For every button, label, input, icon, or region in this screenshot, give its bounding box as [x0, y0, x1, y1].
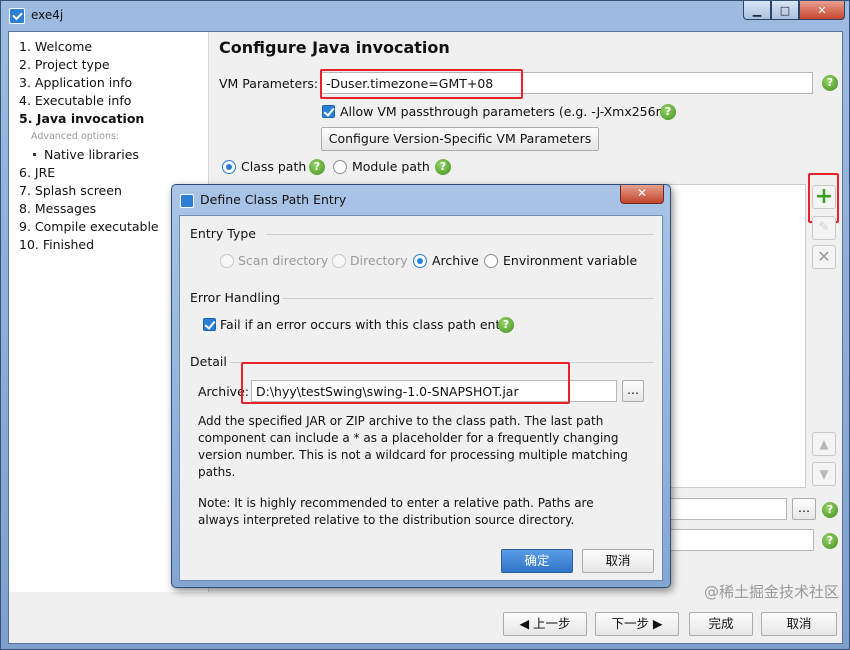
page-title: Configure Java invocation [219, 38, 450, 57]
dialog-app-icon [180, 194, 194, 208]
minimize-button[interactable]: ▁ [743, 1, 771, 20]
configure-version-specific-button[interactable]: Configure Version-Specific VM Parameters [321, 127, 599, 151]
archive-radio-label: Archive [432, 253, 479, 268]
main-class-help-icon[interactable]: ? [822, 502, 838, 518]
next-arrow-icon: ▶ [648, 616, 663, 631]
fail-on-error-label: Fail if an error occurs with this class … [220, 317, 513, 332]
caption-buttons: ▁ □ ✕ [743, 1, 845, 20]
archive-browse-button[interactable]: ... [622, 380, 644, 402]
arguments-input[interactable] [669, 529, 814, 551]
allow-passthrough-label: Allow VM passthrough parameters (e.g. -J… [340, 104, 673, 119]
back-button[interactable]: ◀ 上一步 [503, 612, 587, 636]
step-native-libraries-label: Native libraries [44, 147, 139, 162]
passthrough-help-icon[interactable]: ? [660, 104, 676, 120]
entry-type-heading: Entry Type [190, 226, 256, 241]
edit-entry-button[interactable]: ✎ [812, 216, 836, 240]
next-button-label: 下一步 [611, 616, 649, 631]
module-path-help-icon[interactable]: ? [435, 159, 451, 175]
main-class-input[interactable] [669, 498, 787, 520]
vm-parameters-help-icon[interactable]: ? [822, 75, 838, 91]
dialog-ok-button[interactable]: 确定 [501, 549, 573, 573]
close-window-button[interactable]: ✕ [799, 1, 845, 20]
step-application-info[interactable]: 3. Application info [19, 74, 208, 92]
archive-description: Add the specified JAR or ZIP archive to … [198, 414, 628, 479]
site-watermark: @稀土掘金技术社区 [703, 583, 839, 601]
highlight-box-vm [320, 69, 523, 99]
arguments-help-icon[interactable]: ? [822, 533, 838, 549]
bullet-icon [33, 153, 36, 156]
class-path-radio[interactable] [222, 160, 236, 174]
finish-button[interactable]: 完成 [689, 612, 753, 636]
scan-directory-label: Scan directory [238, 253, 329, 268]
allow-passthrough-checkbox[interactable] [322, 105, 335, 118]
back-arrow-icon: ◀ [519, 616, 534, 631]
dialog-title: Define Class Path Entry [200, 192, 347, 207]
error-handling-heading: Error Handling [190, 290, 281, 305]
maximize-button[interactable]: □ [771, 1, 799, 20]
class-path-help-icon[interactable]: ? [309, 159, 325, 175]
entry-type-divider [266, 234, 654, 235]
main-class-browse-button[interactable]: ... [792, 498, 816, 520]
directory-label: Directory [350, 253, 408, 268]
step-java-invocation[interactable]: 5. Java invocation [19, 110, 208, 128]
step-welcome[interactable]: 1. Welcome [19, 38, 208, 56]
module-path-radio-label: Module path [352, 159, 430, 174]
vm-parameters-label: VM Parameters: [219, 76, 319, 91]
class-path-radio-label: Class path [241, 159, 307, 174]
back-button-label: 上一步 [533, 616, 571, 631]
scan-directory-radio[interactable] [220, 254, 234, 268]
title-bar[interactable]: exe4j ▁ □ ✕ [1, 1, 850, 31]
environment-variable-radio[interactable] [484, 254, 498, 268]
dialog-close-button[interactable]: ✕ [620, 185, 664, 204]
step-executable-info[interactable]: 4. Executable info [19, 92, 208, 110]
step-native-libraries[interactable]: Native libraries [19, 146, 208, 164]
define-class-path-entry-dialog: Define Class Path Entry ✕ Entry Type Sca… [171, 184, 671, 588]
fail-on-error-checkbox[interactable] [203, 318, 216, 331]
window-title: exe4j [31, 8, 64, 22]
move-up-button[interactable]: ▲ [812, 432, 836, 456]
remove-entry-button[interactable]: ✕ [812, 245, 836, 269]
environment-variable-label: Environment variable [503, 253, 638, 268]
step-project-type[interactable]: 2. Project type [19, 56, 208, 74]
directory-radio[interactable] [332, 254, 346, 268]
next-button[interactable]: 下一步 ▶ [595, 612, 679, 636]
move-down-button[interactable]: ▼ [812, 462, 836, 486]
dialog-body: Entry Type Scan directory Directory Arch… [179, 215, 663, 581]
highlight-box-archive [241, 362, 570, 404]
module-path-radio[interactable] [333, 160, 347, 174]
advanced-options-label: Advanced options: [31, 131, 120, 142]
wizard-button-bar: ◀ 上一步 下一步 ▶ 完成 取消 [9, 600, 844, 644]
cancel-wizard-button[interactable]: 取消 [761, 612, 837, 636]
detail-heading: Detail [190, 354, 227, 369]
fail-on-error-help-icon[interactable]: ? [498, 317, 514, 333]
dialog-cancel-button[interactable]: 取消 [582, 549, 654, 573]
archive-radio[interactable] [413, 254, 427, 268]
exe4j-app-icon [9, 8, 25, 24]
error-handling-divider [282, 298, 654, 299]
step-jre[interactable]: 6. JRE [19, 164, 208, 182]
relative-path-note: Note: It is highly recommended to enter … [198, 496, 594, 527]
